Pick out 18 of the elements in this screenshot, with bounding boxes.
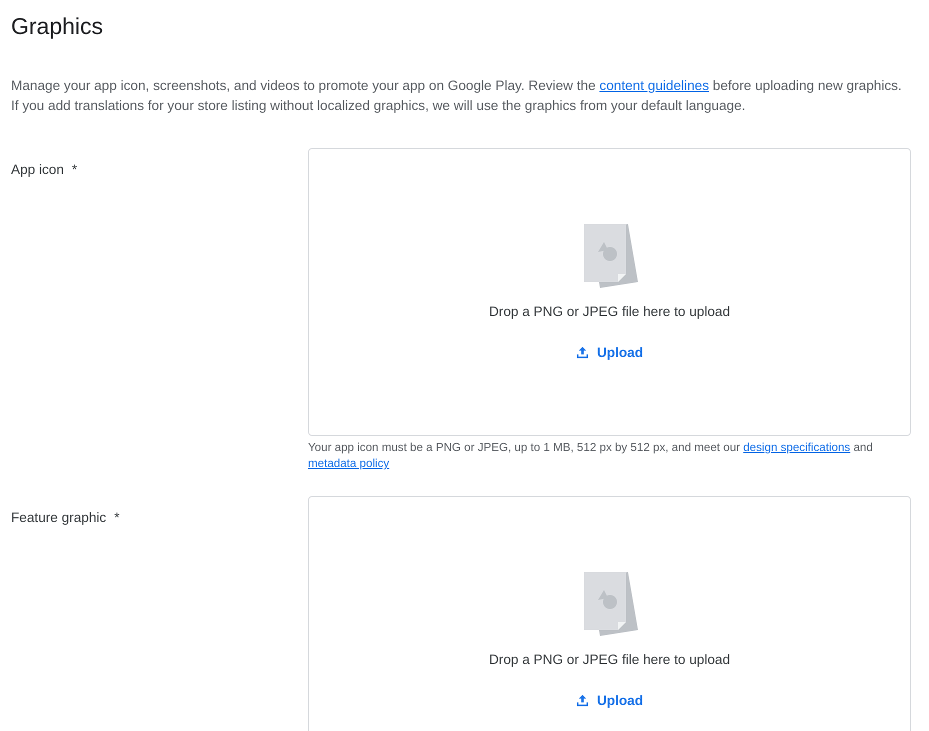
drop-zone[interactable]: Drop a PNG or JPEG file here to upload Upload <box>308 148 911 436</box>
description: Manage your app icon, screenshots, and videos to promote your app on Google Play. Review the content guidelines before uploading new graphics. If you add translations for your store listing without localized graphics, we will use the graphics from your default language. <box>11 77 903 115</box>
drop-zone[interactable]: Drop a PNG or JPEG file here to upload Upload <box>308 496 911 731</box>
upload-icon <box>576 694 589 707</box>
field-label: Feature graphic <box>11 510 106 525</box>
drop-text: Drop a PNG or JPEG file here to upload <box>488 304 730 319</box>
link[interactable]: metadata policy <box>308 457 390 470</box>
upload-icon <box>576 346 589 359</box>
required-mark: * <box>114 510 120 525</box>
upload-button[interactable]: Upload <box>568 689 652 712</box>
help-text: Your app icon must be a PNG or JPEG, up to 1 MB, 512 px by 512 px, and meet our design specifications and metadata policy <box>308 440 874 472</box>
upload-button[interactable]: Upload <box>568 341 652 364</box>
drop-text: Drop a PNG or JPEG file here to upload <box>488 652 730 667</box>
link[interactable]: design specifications <box>743 441 850 454</box>
page-title: Graphics <box>11 12 104 40</box>
field-label: App icon <box>11 162 64 177</box>
link[interactable]: content guidelines <box>599 78 709 93</box>
required-mark: * <box>72 162 78 177</box>
